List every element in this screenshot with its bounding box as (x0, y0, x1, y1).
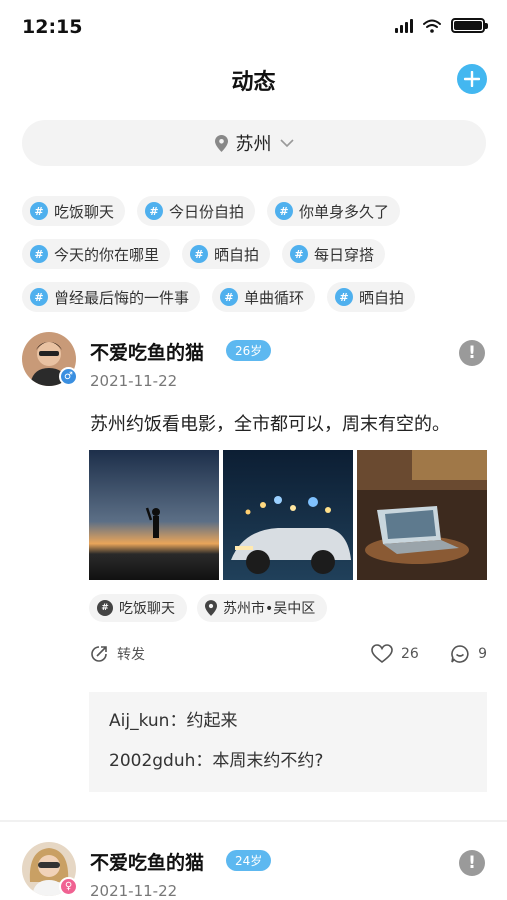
hashtag-icon: # (290, 245, 309, 263)
username[interactable]: 不爱吃鱼的猫 (90, 338, 204, 365)
topic-label: 曾经最后悔的一件事 (54, 288, 190, 307)
age-badge: 24岁 (226, 850, 272, 871)
city-selector[interactable]: 苏州 (22, 120, 486, 166)
male-gender-icon: ♂ (59, 367, 78, 386)
comment-text: 约起来 (186, 711, 238, 731)
female-gender-icon: ♀ (59, 877, 78, 896)
post-location-tag[interactable]: 苏州市•吴中区 (197, 594, 328, 622)
status-icons (395, 18, 488, 33)
post-topic-tag[interactable]: # 吃饭聊天 (89, 594, 187, 622)
topic-chip[interactable]: # 晒自拍 (327, 282, 416, 312)
report-button[interactable]: ! (459, 850, 485, 876)
age-badge: 26岁 (226, 340, 272, 361)
page-title: 动态 (231, 70, 276, 95)
hashtag-icon: # (275, 202, 294, 220)
comment-item: Aij_kun：约起来 (109, 706, 467, 731)
signal-icon (395, 18, 413, 33)
post-actions: 转发 26 9 (89, 642, 487, 670)
comment-author: 2002gduh (109, 751, 196, 771)
post-date: 2021-11-22 (90, 882, 178, 900)
comment-icon (451, 645, 469, 663)
status-bar: 12:15 (0, 0, 507, 52)
topic-label: 吃饭聊天 (54, 202, 115, 221)
hashtag-icon: # (190, 245, 209, 263)
status-time: 12:15 (22, 16, 83, 38)
topic-label: 晒自拍 (359, 288, 405, 307)
topic-label: 今天的你在哪里 (54, 245, 160, 264)
topic-row: # 今天的你在哪里 # 晒自拍 # 每日穿搭 (22, 239, 492, 269)
post-topic-label: 吃饭聊天 (119, 601, 175, 617)
hashtag-icon: # (97, 600, 113, 616)
battery-icon (451, 18, 488, 33)
topic-chip[interactable]: # 晒自拍 (182, 239, 271, 269)
post-divider (0, 820, 507, 822)
comment-button[interactable]: 9 (450, 644, 487, 664)
plus-icon (464, 71, 480, 87)
share-button[interactable]: 转发 (89, 644, 145, 664)
share-label: 转发 (117, 647, 145, 663)
post-date: 2021-11-22 (90, 372, 178, 390)
comment-count: 9 (478, 646, 487, 662)
topic-chip[interactable]: # 单曲循环 (212, 282, 316, 312)
post-card: ♂ 不爱吃鱼的猫 26岁 2021-11-22 ! 苏州约饭看电影，全市都可以，… (0, 332, 507, 812)
photo-car-city[interactable] (223, 450, 353, 580)
report-button[interactable]: ! (459, 340, 485, 366)
post-location-label: 苏州市•吴中区 (223, 601, 316, 617)
comment-preview[interactable]: Aij_kun：约起来 2002gduh：本周末约不约? (89, 692, 487, 792)
share-icon (91, 646, 107, 662)
topic-label: 每日穿搭 (314, 245, 375, 264)
hashtag-icon: # (335, 288, 354, 306)
location-pin-icon (214, 134, 228, 152)
topic-chip[interactable]: # 吃饭聊天 (22, 196, 126, 226)
chevron-down-icon (279, 138, 294, 147)
add-post-button[interactable] (457, 64, 487, 94)
post-text: 苏州约饭看电影，全市都可以，周末有空的。 (90, 414, 450, 435)
topic-chip[interactable]: # 今日份自拍 (137, 196, 256, 226)
topic-chip[interactable]: # 你单身多久了 (267, 196, 401, 226)
topic-label: 你单身多久了 (299, 202, 390, 221)
city-name: 苏州 (235, 134, 272, 155)
like-count: 26 (401, 646, 419, 662)
topic-chip[interactable]: # 曾经最后悔的一件事 (22, 282, 201, 312)
post-card: ♀ 不爱吃鱼的猫 24岁 2021-11-22 ! (0, 842, 507, 900)
username[interactable]: 不爱吃鱼的猫 (90, 848, 204, 875)
location-pin-icon (205, 600, 217, 616)
topic-chip[interactable]: # 今天的你在哪里 (22, 239, 171, 269)
comment-text: 本周末约不约? (212, 751, 324, 771)
comment-separator: ： (169, 711, 187, 731)
topic-row: # 吃饭聊天 # 今日份自拍 # 你单身多久了 (22, 196, 492, 226)
hashtag-icon: # (145, 202, 164, 220)
hashtag-icon: # (30, 288, 48, 306)
comment-separator: ： (195, 751, 213, 771)
comment-item: 2002gduh：本周末约不约? (109, 746, 467, 771)
topic-label: 今日份自拍 (169, 202, 245, 221)
hashtag-icon: # (220, 288, 239, 306)
photo-sunset[interactable] (89, 450, 219, 580)
comment-author: Aij_kun (109, 711, 170, 731)
like-button[interactable]: 26 (371, 644, 419, 664)
header: 动态 (0, 58, 507, 102)
topic-row: # 曾经最后悔的一件事 # 单曲循环 # 晒自拍 (22, 282, 492, 312)
wifi-icon (423, 19, 441, 33)
topic-label: 晒自拍 (214, 245, 260, 264)
topic-list: # 吃饭聊天 # 今日份自拍 # 你单身多久了 # 今天的你在哪里 # 晒自拍 # 每日穿搭… (22, 196, 492, 325)
topic-chip[interactable]: # 每日穿搭 (282, 239, 386, 269)
heart-icon (371, 644, 393, 664)
hashtag-icon: # (30, 202, 48, 220)
photo-grid (89, 450, 487, 580)
photo-laptop[interactable] (357, 450, 487, 580)
hashtag-icon: # (30, 245, 48, 263)
post-tags: # 吃饭聊天 苏州市•吴中区 (89, 594, 328, 622)
topic-label: 单曲循环 (244, 288, 305, 307)
